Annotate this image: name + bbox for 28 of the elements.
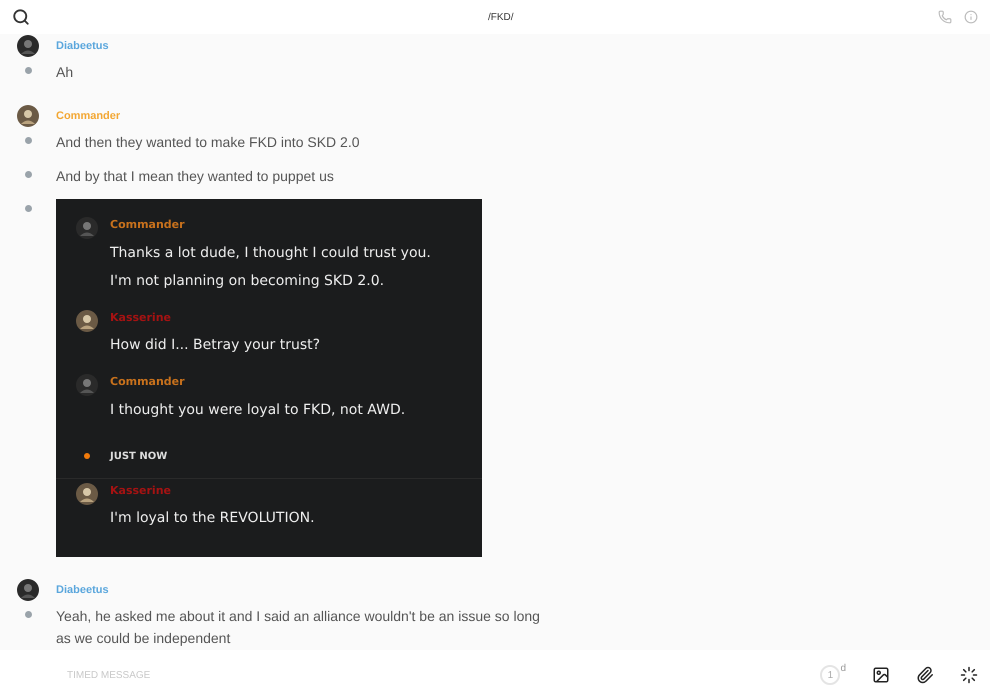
message-text: And then they wanted to make FKD into SKD 2.0 <box>56 133 361 152</box>
author-name: Kasserine <box>110 310 172 326</box>
message-text: Thanks a lot dude, I thought I could trust you. <box>110 244 431 262</box>
message-text: I'm not planning on becoming SKD 2.0. <box>110 272 386 290</box>
channel-title: /FKD/ <box>488 10 514 24</box>
message-text: Ah <box>56 63 74 82</box>
timestamp: JUST NOW <box>110 450 168 464</box>
message-text: And by that I mean they wanted to puppet us <box>56 167 335 186</box>
author-name: Diabeetus <box>56 582 109 598</box>
attach-icon[interactable] <box>916 666 934 684</box>
avatar <box>76 482 98 504</box>
avatar <box>17 579 39 601</box>
author-name: Commander <box>56 108 120 124</box>
message-text: I'm loyal to the REVOLUTION. <box>110 509 315 527</box>
author-name: Diabeetus <box>56 38 109 54</box>
avatar <box>17 35 39 57</box>
message-text: How did I... Betray your trust? <box>110 336 320 354</box>
author-name: Commander <box>110 374 186 390</box>
message-text: Yeah, he asked me about it and I said an alliance wouldn't be an issue so long as we could be independent <box>56 607 541 648</box>
message-text: I thought you were loyal to FKD, not AWD. <box>110 400 406 418</box>
avatar <box>76 217 98 239</box>
search-icon[interactable] <box>12 8 30 26</box>
avatar <box>76 374 98 396</box>
author-name: Commander <box>110 217 186 233</box>
image-icon[interactable] <box>872 666 890 684</box>
author-name: Kasserine <box>110 482 172 498</box>
avatar <box>76 310 98 332</box>
avatar <box>17 105 39 127</box>
